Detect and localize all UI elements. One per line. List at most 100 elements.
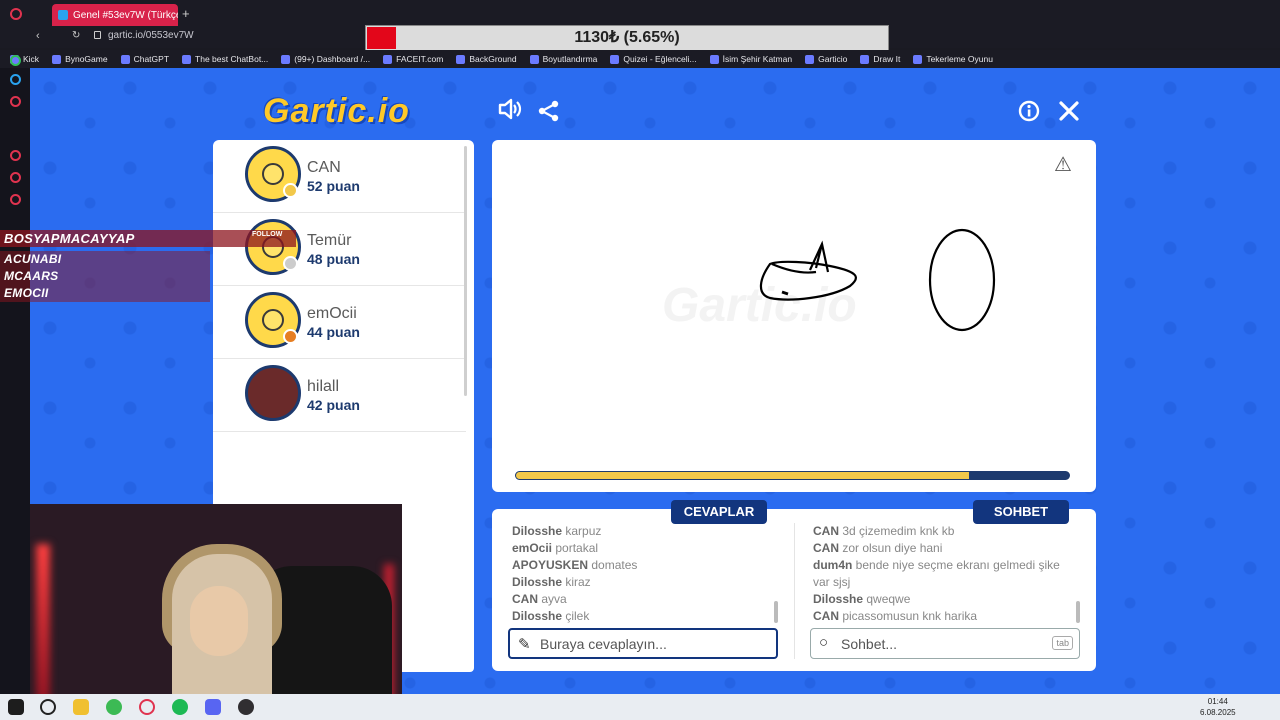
round-timer	[515, 471, 1070, 480]
bookmarks-bar: Kick BynoGame ChatGPT The best ChatBot... (9…	[0, 50, 1280, 68]
message-user: CAN	[813, 609, 839, 623]
settings-icon[interactable]	[10, 194, 21, 205]
obs-icon[interactable]	[238, 699, 254, 715]
back-icon[interactable]: ‹	[36, 30, 40, 42]
bookmark-item[interactable]: Tekerleme Oyunu	[913, 54, 993, 64]
neon-light-left	[36, 544, 50, 694]
chat-list: CAN 3d çizemedim knk kb CAN zor olsun diy…	[813, 523, 1073, 625]
bookmark-label: Tekerleme Oyunu	[926, 54, 993, 64]
message-user: emOcii	[512, 541, 553, 555]
share-icon[interactable]	[538, 100, 560, 128]
message-row: Dilosshe kiraz	[512, 574, 637, 591]
bookmark-item[interactable]: Garticio	[805, 54, 847, 64]
bookmark-item[interactable]: ChatGPT	[120, 54, 170, 64]
bookmark-icon	[610, 54, 620, 64]
bookmark-item[interactable]: The best ChatBot...	[182, 54, 268, 64]
player-score: 52 puan	[307, 178, 360, 194]
bookmark-icon	[120, 54, 130, 64]
player-score: 44 puan	[307, 324, 360, 340]
gartic-game-area: Gartic.io CAN 52 puan Temür 48 puan emOc…	[30, 68, 1280, 694]
bookmark-icon	[52, 54, 62, 64]
bookmark-label: ChatGPT	[133, 54, 170, 64]
chat-input[interactable]: ○ Sohbet... tab	[810, 628, 1080, 659]
chat-scrollbar[interactable]	[1076, 601, 1080, 623]
search-icon: ○	[819, 634, 829, 651]
bookmark-label: FACEIT.com	[396, 54, 444, 64]
instagram-icon[interactable]	[10, 96, 21, 107]
player-row[interactable]: CAN 52 puan	[213, 140, 466, 213]
history-icon[interactable]	[10, 150, 21, 161]
bookmark-label: Kick	[23, 54, 40, 64]
new-tab-button[interactable]: +	[182, 6, 190, 21]
tab-title: Genel #53ev7W (Türkçe)	[73, 9, 178, 21]
avatar-face	[262, 309, 284, 331]
bookmark-icon	[456, 54, 466, 64]
message-row: CAN 3d çizemedim knk kb	[813, 523, 1073, 540]
bookmark-item[interactable]: BackGround	[456, 54, 517, 64]
chrome-icon[interactable]	[106, 699, 122, 715]
message-user: Dilosshe	[512, 575, 563, 589]
system-clock[interactable]: 01:44 6.08.2025	[1200, 696, 1236, 718]
clock-time: 01:44	[1207, 697, 1228, 706]
gartic-favicon-icon	[58, 10, 68, 20]
message-text: zor olsun diye hani	[839, 541, 943, 555]
message-text: ayva	[538, 592, 567, 606]
message-row: Dilosshe qweqwe	[813, 591, 1073, 608]
spotify-icon[interactable]	[172, 699, 188, 715]
bookmark-icon	[805, 54, 815, 64]
gartic-logo: Gartic.io	[263, 92, 410, 130]
browser-sidebar	[0, 55, 30, 694]
telegram-icon[interactable]	[10, 74, 21, 85]
player-name: CAN	[307, 159, 341, 176]
player-list-scrollbar[interactable]	[464, 146, 467, 396]
follower-overlay: BOSYAPMACAYYAP ACUNABI MCAARS EMOCII FOL…	[0, 230, 296, 302]
reload-icon[interactable]: ↻	[72, 30, 80, 41]
bookmark-item[interactable]: İsim Şehir Katman	[709, 54, 792, 64]
answers-scrollbar[interactable]	[774, 601, 778, 623]
message-user: dum4n	[813, 558, 853, 572]
player-name: hilall	[307, 378, 340, 395]
answer-input[interactable]: ✎ Buraya cevaplayın...	[508, 628, 778, 659]
avatar-face	[262, 163, 284, 185]
player-name: Temür	[307, 232, 352, 249]
bookmark-label: The best ChatBot...	[195, 54, 269, 64]
close-icon[interactable]	[1058, 100, 1080, 128]
message-user: Dilosshe	[512, 609, 563, 623]
url-text[interactable]: gartic.io/0553ev7W	[108, 30, 194, 41]
webcam-overlay	[30, 504, 402, 694]
message-row: CAN zor olsun diye hani	[813, 540, 1073, 557]
message-user: Dilosshe	[512, 524, 563, 538]
bookmark-item[interactable]: Draw It	[860, 54, 900, 64]
browser-tab-active[interactable]: Genel #53ev7W (Türkçe)	[52, 4, 178, 26]
bookmark-item[interactable]: Quizei - Eğlenceli...	[610, 54, 697, 64]
sound-icon[interactable]	[498, 98, 522, 126]
discord-icon[interactable]	[205, 699, 221, 715]
player-row[interactable]: hilall 42 puan	[213, 359, 466, 432]
tab-key-hint: tab	[1052, 636, 1073, 650]
message-text: 3d çizemedim knk kb	[839, 524, 955, 538]
info-icon[interactable]	[1018, 100, 1040, 128]
answers-tab[interactable]: CEVAPLAR	[671, 500, 767, 524]
answers-panel: Dilosshe karpuz emOcii portakal APOYUSKEN …	[492, 509, 1096, 671]
bookmark-item[interactable]: BynoGame	[52, 54, 108, 64]
opera-logo-icon[interactable]	[10, 8, 22, 20]
follower-name: ACUNABI	[0, 251, 210, 268]
streamer-face	[190, 586, 248, 656]
bookmark-item[interactable]: Boyutlandırma	[529, 54, 597, 64]
drawing-canvas[interactable]: Gartic.io ⚠	[492, 140, 1096, 492]
round-timer-fill	[516, 472, 970, 479]
message-text: picassomusun knk harika	[839, 609, 978, 623]
bookmark-item[interactable]: FACEIT.com	[383, 54, 443, 64]
message-row: APOYUSKEN domates	[512, 557, 637, 574]
lock-icon	[94, 31, 101, 39]
bookmark-label: Garticio	[818, 54, 848, 64]
opera-gx-icon[interactable]	[139, 699, 155, 715]
search-icon[interactable]	[40, 699, 56, 715]
messenger-icon[interactable]	[10, 172, 21, 183]
chat-tab[interactable]: SOHBET	[973, 500, 1069, 524]
windows-start-icon[interactable]	[8, 699, 24, 715]
file-explorer-icon[interactable]	[73, 699, 89, 715]
bookmark-item[interactable]: (99+) Dashboard /...	[281, 54, 370, 64]
whatsapp-icon[interactable]	[10, 55, 21, 66]
player-score: 48 puan	[307, 251, 360, 267]
